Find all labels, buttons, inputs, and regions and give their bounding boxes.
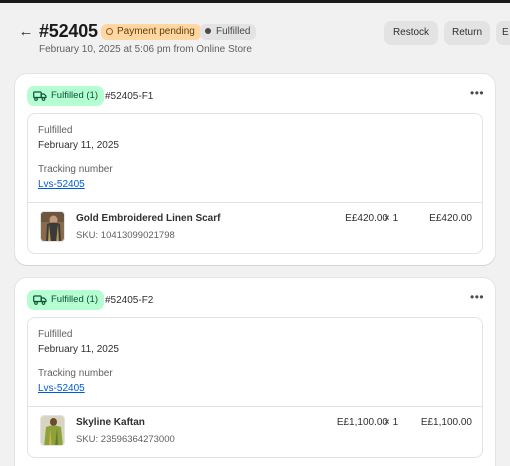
kaftan-product-image — [41, 416, 64, 445]
fulfillment-id: #52405-F2 — [105, 295, 154, 306]
tracking-number-link[interactable]: Lvs-52405 — [38, 179, 85, 190]
horizontal-dots-icon[interactable]: ••• — [470, 290, 484, 304]
order-header: ← #52405 Payment pending Fulfilled Febru… — [0, 3, 510, 63]
line-total: E£420.00 — [429, 213, 472, 224]
fulfillment-card: Fulfilled (1) #52405-F1 ••• Fulfilled Fe… — [15, 74, 495, 265]
unit-price: E£1,100.00 — [336, 417, 388, 428]
restock-button[interactable]: Restock — [384, 21, 438, 45]
product-thumbnail[interactable] — [40, 415, 65, 446]
fulfilled-date: February 11, 2025 — [38, 344, 119, 355]
page-title: #52405 — [39, 21, 98, 41]
filled-dot-icon — [205, 27, 211, 34]
divider — [28, 202, 482, 203]
status-label: Fulfilled — [38, 329, 73, 340]
fulfillment-status-label: Fulfilled — [216, 26, 251, 37]
horizontal-dots-icon[interactable]: ••• — [470, 86, 484, 100]
fulfillment-status-badge: Fulfilled — [200, 24, 257, 40]
product-name[interactable]: Skyline Kaftan — [76, 417, 145, 428]
product-sku: SKU: 10413099021798 — [76, 230, 175, 241]
product-thumbnail[interactable] — [40, 211, 65, 242]
fulfillment-details: Fulfilled February 11, 2025 Tracking num… — [27, 317, 483, 458]
payment-status-label: Payment pending — [117, 26, 195, 37]
tracking-number-link[interactable]: Lvs-52405 — [38, 383, 85, 394]
scarf-product-image — [41, 212, 64, 241]
divider — [28, 406, 482, 407]
order-subtitle: February 10, 2025 at 5:06 pm from Online… — [39, 44, 252, 55]
fulfilled-count-label: Fulfilled (1) — [51, 294, 98, 305]
tracking-label: Tracking number — [38, 368, 113, 379]
product-name[interactable]: Gold Embroidered Linen Scarf — [76, 213, 220, 224]
more-actions-button[interactable]: E — [496, 21, 510, 45]
line-total: E£1,100.00 — [420, 417, 472, 428]
fulfilled-date: February 11, 2025 — [38, 140, 119, 151]
status-label: Fulfilled — [38, 125, 73, 136]
return-button[interactable]: Return — [444, 21, 490, 45]
product-sku: SKU: 23596364273000 — [76, 434, 175, 445]
truck-icon — [33, 91, 47, 101]
fulfillment-details: Fulfilled February 11, 2025 Tracking num… — [27, 113, 483, 254]
fulfilled-count-label: Fulfilled (1) — [51, 90, 98, 101]
fulfillment-card: Fulfilled (1) #52405-F2 ••• Fulfilled Fe… — [15, 278, 495, 466]
tracking-label: Tracking number — [38, 164, 113, 175]
fulfilled-count-badge: Fulfilled (1) — [27, 86, 104, 106]
quantity: × 1 — [384, 417, 399, 428]
fulfillment-id: #52405-F1 — [105, 91, 154, 102]
quantity: × 1 — [384, 213, 399, 224]
payment-status-badge: Payment pending — [101, 24, 201, 40]
truck-icon — [33, 295, 47, 305]
pending-circle-icon — [106, 27, 113, 35]
unit-price: E£420.00 — [345, 213, 388, 224]
arrow-left-icon[interactable]: ← — [17, 23, 35, 41]
fulfilled-count-badge: Fulfilled (1) — [27, 290, 104, 310]
